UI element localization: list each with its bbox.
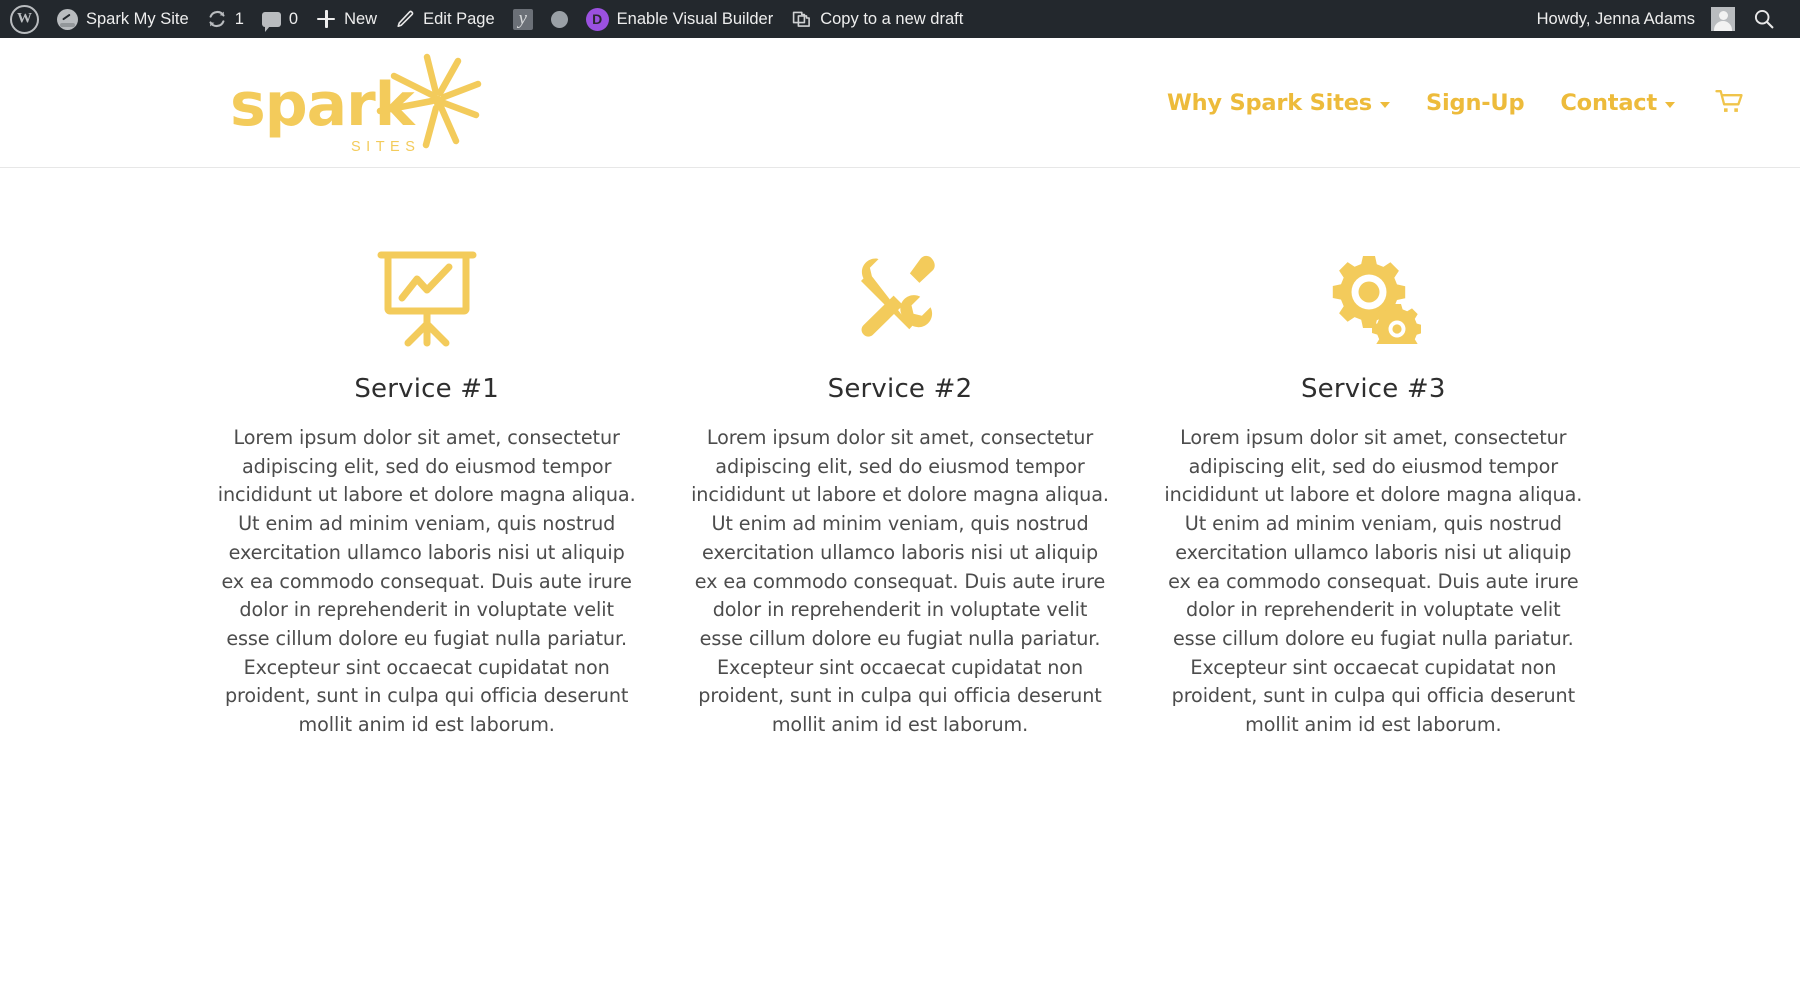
nav-item-sign-up[interactable]: Sign-Up [1408, 90, 1542, 116]
chevron-down-icon [1380, 101, 1391, 108]
services-section: Service #1 Lorem ipsum dolor sit amet, c… [0, 168, 1800, 740]
avatar [1703, 7, 1735, 31]
admin-bar-site-name[interactable]: Spark My Site [48, 0, 198, 38]
new-label: New [344, 9, 378, 28]
admin-bar-edit-page[interactable]: Edit Page [386, 0, 504, 38]
gauge-icon [57, 8, 78, 30]
service-column-1: Service #1 Lorem ipsum dolor sit amet, c… [190, 240, 663, 740]
comment-bubble-icon [261, 11, 281, 32]
pencil-icon [395, 9, 415, 29]
howdy-label: Howdy, Jenna Adams [1536, 9, 1695, 28]
service-column-3: Service #3 Lorem ipsum dolor sit amet, c… [1137, 240, 1610, 740]
service-body-text: Lorem ipsum dolor sit amet, consectetur … [217, 426, 636, 737]
nav-item-why-spark-sites[interactable]: Why Spark Sites [1149, 90, 1408, 116]
plus-icon [316, 9, 336, 29]
visual-builder-label: Enable Visual Builder [616, 9, 774, 28]
search-icon [1753, 8, 1775, 30]
nav-label: Contact [1560, 89, 1657, 116]
nav-label: Why Spark Sites [1166, 89, 1373, 116]
wrench-screwdriver-icon [860, 255, 935, 337]
nav-label: Sign-Up [1426, 89, 1525, 116]
admin-bar-left-group: Spark My Site 1 0 New [0, 0, 1528, 38]
service-icon-wrapper [689, 240, 1110, 352]
main-navigation: Why Spark Sites Sign-Up Contact [1149, 89, 1745, 116]
starburst-icon [376, 53, 482, 148]
admin-bar-comments[interactable]: 0 [253, 0, 307, 38]
admin-bar-copy-draft[interactable]: Copy to a new draft [782, 0, 972, 38]
service-body-text: Lorem ipsum dolor sit amet, consectetur … [691, 426, 1109, 737]
service-icon-wrapper [1163, 240, 1584, 352]
service-icon-wrapper [216, 240, 637, 352]
nav-item-contact[interactable]: Contact [1542, 90, 1693, 116]
admin-bar-new-content[interactable]: New [307, 0, 386, 38]
service-column-2: Service #2 Lorem ipsum dolor sit amet, c… [663, 240, 1136, 740]
service-title: Service #1 [354, 374, 499, 404]
admin-bar-wp-logo[interactable] [0, 0, 48, 38]
copy-pages-icon [791, 9, 812, 30]
shopping-cart-icon [1715, 90, 1743, 112]
presentation-chart-icon [377, 251, 477, 347]
chevron-down-icon [1665, 101, 1675, 108]
status-dot-icon [550, 10, 568, 28]
wp-admin-bar: Spark My Site 1 0 New [0, 0, 1800, 38]
update-refresh-icon [207, 9, 227, 29]
site-name-label: Spark My Site [86, 9, 189, 28]
admin-bar-right-group: Howdy, Jenna Adams [1528, 0, 1800, 38]
updates-count-label: 1 [234, 9, 244, 28]
gears-icon [1333, 256, 1422, 344]
service-title: Service #3 [1300, 374, 1446, 404]
divi-badge-label: D [585, 7, 609, 31]
edit-page-label: Edit Page [423, 9, 495, 28]
wordpress-logo-icon [10, 4, 39, 34]
admin-bar-my-account[interactable]: Howdy, Jenna Adams [1528, 0, 1744, 38]
yoast-seo-icon [512, 8, 533, 30]
comments-count-label: 0 [288, 9, 299, 28]
service-body-text: Lorem ipsum dolor sit amet, consectetur … [1164, 426, 1583, 737]
admin-bar-updates[interactable]: 1 [198, 0, 253, 38]
admin-bar-status-dot[interactable] [542, 0, 577, 38]
admin-bar-search[interactable] [1744, 0, 1784, 38]
site-logo[interactable]: spark SITES [230, 53, 482, 155]
divi-logo-icon: D [585, 7, 609, 31]
copy-draft-label: Copy to a new draft [820, 9, 964, 28]
admin-bar-visual-builder[interactable]: D Enable Visual Builder [577, 0, 783, 38]
service-title: Service #2 [827, 374, 973, 404]
site-header: spark SITES Why Spark Sites Sign-Up Cont… [0, 38, 1800, 168]
nav-item-cart[interactable] [1693, 89, 1745, 116]
admin-bar-yoast-seo[interactable] [504, 0, 542, 38]
